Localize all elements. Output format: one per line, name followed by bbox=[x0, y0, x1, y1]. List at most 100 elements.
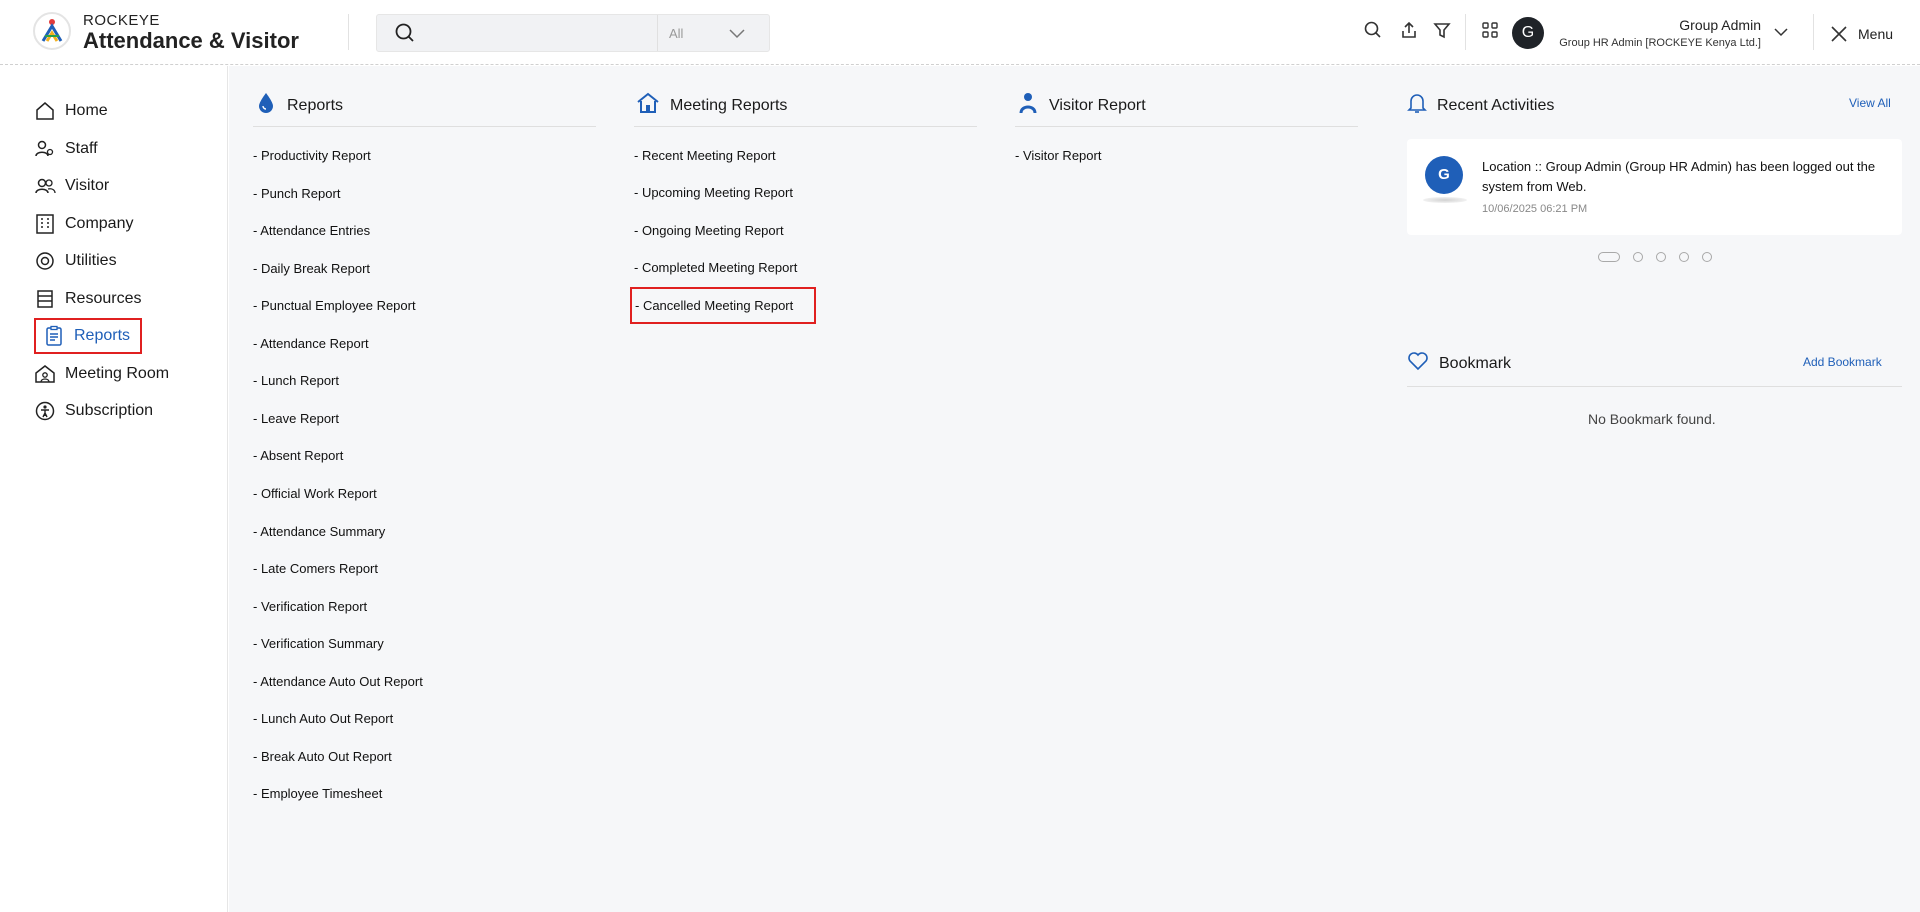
apps-grid-icon[interactable] bbox=[1480, 20, 1502, 42]
cancelled-meeting-report-link[interactable]: - Cancelled Meeting Report bbox=[630, 287, 817, 324]
sidebar-item-label: Meeting Room bbox=[65, 365, 170, 382]
heart-icon bbox=[1407, 351, 1429, 376]
meeting-room-icon bbox=[34, 363, 56, 385]
report-link[interactable]: - Lunch Report bbox=[253, 373, 339, 388]
avatar-shadow bbox=[1423, 197, 1467, 203]
report-link[interactable]: - Late Comers Report bbox=[253, 561, 378, 576]
empty-bookmark-text: No Bookmark found. bbox=[1588, 411, 1716, 427]
pager-dot[interactable] bbox=[1633, 252, 1643, 262]
pager-dot[interactable] bbox=[1702, 252, 1712, 262]
person-icon bbox=[1017, 91, 1039, 120]
home-icon bbox=[34, 100, 56, 122]
report-link[interactable]: - Attendance Summary bbox=[253, 524, 385, 539]
reports-section-header: Reports bbox=[255, 91, 343, 120]
section-title: Visitor Report bbox=[1049, 96, 1146, 114]
search-input[interactable] bbox=[429, 21, 629, 45]
sidebar-item-subscription[interactable]: Subscription bbox=[34, 396, 153, 426]
report-link[interactable]: - Productivity Report bbox=[253, 148, 371, 163]
visitor-report-section-header: Visitor Report bbox=[1017, 91, 1146, 120]
report-link[interactable]: - Attendance Report bbox=[253, 336, 369, 351]
drop-icon bbox=[255, 91, 277, 120]
sidebar-item-meeting-room[interactable]: Meeting Room bbox=[34, 359, 169, 389]
utilities-icon bbox=[34, 250, 56, 272]
sidebar-item-resources[interactable]: Resources bbox=[34, 284, 141, 314]
chevron-down-icon bbox=[728, 24, 746, 47]
report-link[interactable]: - Official Work Report bbox=[253, 486, 377, 501]
section-divider bbox=[634, 126, 977, 127]
report-link[interactable]: - Punch Report bbox=[253, 186, 340, 201]
report-link[interactable]: - Punctual Employee Report bbox=[253, 298, 416, 313]
menu-toggle-label[interactable]: Menu bbox=[1858, 26, 1893, 42]
bell-icon bbox=[1407, 92, 1427, 119]
activity-time: 10/06/2025 06:21 PM bbox=[1482, 203, 1588, 215]
house-icon bbox=[636, 91, 660, 120]
app-logo[interactable] bbox=[33, 12, 71, 50]
header-search-icon[interactable] bbox=[1363, 20, 1385, 42]
staff-icon bbox=[34, 138, 56, 160]
resources-icon bbox=[34, 288, 56, 310]
meeting-report-link[interactable]: - Completed Meeting Report bbox=[634, 260, 797, 275]
sidebar-item-label: Reports bbox=[74, 327, 131, 344]
section-divider bbox=[1015, 126, 1358, 127]
activity-card: G Location :: Group Admin (Group HR Admi… bbox=[1407, 139, 1902, 235]
section-title: Meeting Reports bbox=[670, 96, 788, 114]
filter-icon[interactable] bbox=[1432, 20, 1454, 42]
close-icon[interactable] bbox=[1830, 25, 1848, 48]
meeting-report-link[interactable]: - Ongoing Meeting Report bbox=[634, 223, 784, 238]
brand-top-text: ROCKEYE bbox=[83, 12, 160, 29]
search-scope-select[interactable]: All bbox=[657, 15, 770, 51]
report-link[interactable]: - Leave Report bbox=[253, 411, 339, 426]
report-link[interactable]: - Attendance Auto Out Report bbox=[253, 674, 423, 689]
report-link[interactable]: - Lunch Auto Out Report bbox=[253, 711, 393, 726]
sidebar-item-home[interactable]: Home bbox=[34, 96, 108, 126]
sidebar-item-label: Company bbox=[65, 215, 134, 232]
report-link[interactable]: - Absent Report bbox=[253, 448, 343, 463]
add-bookmark-link[interactable]: Add Bookmark bbox=[1803, 355, 1882, 369]
report-link[interactable]: - Verification Report bbox=[253, 599, 367, 614]
report-link[interactable]: - Attendance Entries bbox=[253, 223, 370, 238]
report-link[interactable]: - Break Auto Out Report bbox=[253, 749, 392, 764]
report-link[interactable]: - Verification Summary bbox=[253, 636, 384, 651]
section-divider bbox=[253, 126, 596, 127]
top-header: ROCKEYE Attendance & Visitor All G Group… bbox=[0, 0, 1920, 65]
recent-activities-header: Recent Activities bbox=[1407, 92, 1554, 119]
sidebar-item-utilities[interactable]: Utilities bbox=[34, 246, 117, 276]
visitor-icon bbox=[34, 175, 56, 197]
sidebar-item-staff[interactable]: Staff bbox=[34, 134, 98, 164]
search-scope-value: All bbox=[669, 26, 684, 41]
section-title: Reports bbox=[287, 96, 344, 114]
search-icon[interactable] bbox=[394, 22, 416, 49]
meeting-report-link[interactable]: - Recent Meeting Report bbox=[634, 148, 776, 163]
sidebar-item-label: Utilities bbox=[65, 252, 117, 269]
bookmark-header: Bookmark bbox=[1407, 351, 1511, 376]
pager-dot[interactable] bbox=[1679, 252, 1689, 262]
header-divider bbox=[348, 14, 349, 50]
user-avatar[interactable]: G bbox=[1512, 17, 1544, 49]
visitor-report-link[interactable]: - Visitor Report bbox=[1015, 148, 1101, 163]
section-divider bbox=[1407, 386, 1902, 387]
section-title: Bookmark bbox=[1439, 354, 1512, 372]
user-name[interactable]: Group Admin bbox=[1679, 17, 1761, 33]
sidebar-item-label: Staff bbox=[65, 140, 98, 157]
meeting-report-link[interactable]: - Upcoming Meeting Report bbox=[634, 185, 793, 200]
sidebar-item-reports[interactable]: Reports bbox=[34, 318, 143, 354]
report-link[interactable]: - Employee Timesheet bbox=[253, 786, 382, 801]
chevron-down-icon[interactable] bbox=[1773, 24, 1789, 45]
pager-dot[interactable] bbox=[1656, 252, 1666, 262]
header-divider bbox=[1813, 14, 1814, 50]
subscription-icon bbox=[34, 400, 56, 422]
sidebar-item-label: Visitor bbox=[65, 177, 110, 194]
header-divider bbox=[1465, 14, 1466, 50]
sidebar-item-visitor[interactable]: Visitor bbox=[34, 171, 109, 201]
meeting-reports-section-header: Meeting Reports bbox=[636, 91, 787, 120]
brand-main-text: Attendance & Visitor bbox=[83, 28, 299, 53]
upload-icon[interactable] bbox=[1399, 20, 1421, 42]
section-title: Recent Activities bbox=[1437, 96, 1555, 114]
report-link[interactable]: - Daily Break Report bbox=[253, 261, 370, 276]
sidebar-item-label: Home bbox=[65, 102, 108, 119]
sidebar-item-company[interactable]: Company bbox=[34, 209, 133, 239]
pager-dot-active[interactable] bbox=[1598, 252, 1620, 262]
reports-icon bbox=[43, 325, 65, 347]
view-all-link[interactable]: View All bbox=[1849, 96, 1891, 110]
activity-avatar: G bbox=[1425, 156, 1463, 194]
